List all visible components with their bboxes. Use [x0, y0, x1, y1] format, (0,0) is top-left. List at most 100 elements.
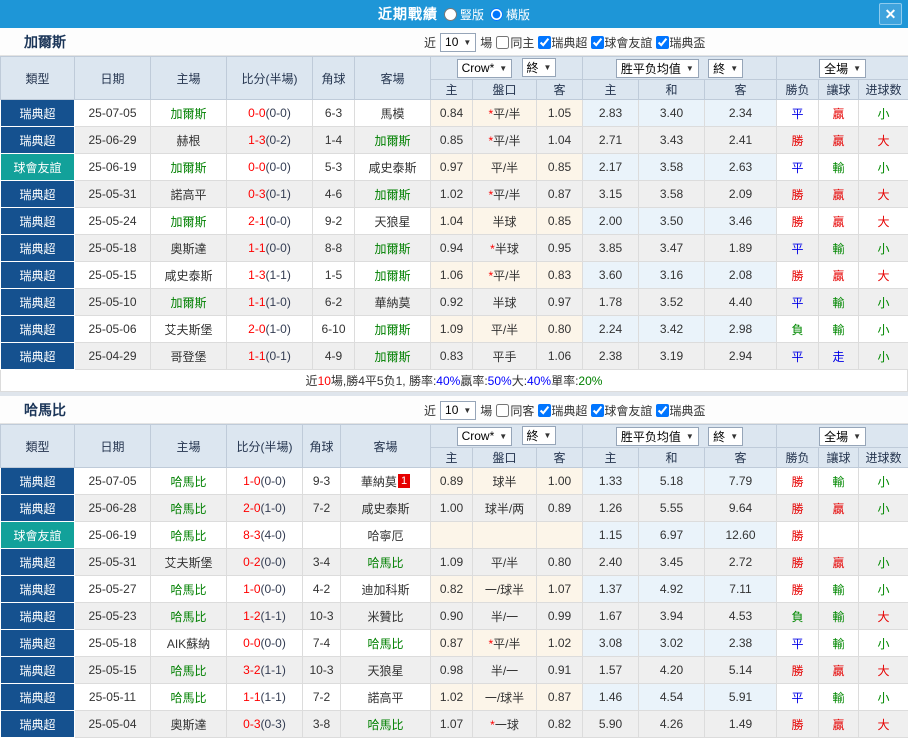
- chevron-down-icon: ▼: [543, 431, 552, 441]
- match-count-select[interactable]: 10 ▼: [440, 32, 477, 52]
- match-row: 瑞典超 25-05-11 哈馬比 1-1(1-1) 7-2 諾高平 1.02 一…: [0, 683, 908, 711]
- cup-input[interactable]: [656, 403, 670, 417]
- col-corner: 角球: [302, 424, 341, 468]
- handicap-result-cell: 贏: [818, 180, 860, 208]
- results-table: 類型 日期 主場 比分(半場) 角球 客場 Crow* ▼ 終 ▼ 胜平负均值 ▼ 終…: [0, 56, 908, 370]
- same-venue-checkbox[interactable]: 同客: [496, 402, 534, 419]
- league-checkbox-cup[interactable]: 瑞典盃: [656, 402, 705, 419]
- scope-select[interactable]: 全場 ▼: [819, 58, 866, 78]
- match-date-cell: 25-05-11: [74, 683, 151, 711]
- handicap-cell: *半球: [472, 234, 537, 262]
- filter-controls: 近 10 ▼ 場 同主 瑞典超 球會友誼 瑞典盃: [424, 28, 705, 56]
- home-team-cell: 奧斯達: [150, 710, 227, 738]
- fulltime-score: 2-1: [248, 214, 266, 228]
- odds-time-select[interactable]: 終 ▼: [521, 426, 557, 446]
- handicap-result-cell: 輸: [818, 315, 860, 343]
- league-checkbox-friendly[interactable]: 球會友誼: [591, 34, 652, 51]
- league-checkbox-allsvenskan[interactable]: 瑞典超: [538, 402, 587, 419]
- match-row: 瑞典超 25-04-29 哥登堡 1-1(0-1) 4-9 加爾斯 0.83 平…: [0, 342, 908, 370]
- handicap-result-cell: 輸: [818, 575, 860, 603]
- avg-draw-cell: 4.26: [638, 710, 705, 738]
- handicap-result-cell: 贏: [818, 261, 860, 289]
- handicap-result-cell: 輸: [818, 467, 860, 495]
- same-venue-input[interactable]: [496, 35, 510, 49]
- match-date-cell: 25-06-29: [74, 126, 151, 154]
- scope-select[interactable]: 全場 ▼: [819, 426, 866, 446]
- avg-home-cell: 3.60: [582, 261, 639, 289]
- corners-cell: 4-9: [312, 342, 355, 370]
- vertical-radio-input[interactable]: [443, 7, 457, 21]
- match-row: 瑞典超 25-06-29 赫根 1-3(0-2) 1-4 加爾斯 0.85 *平…: [0, 126, 908, 154]
- match-count-select[interactable]: 10 ▼: [440, 400, 477, 420]
- handicap-value: 半球: [494, 241, 519, 256]
- home-team-cell: 艾夫斯堡: [150, 315, 227, 343]
- horizontal-radio-label: 橫版: [506, 7, 531, 22]
- handicap-cell: [472, 521, 537, 549]
- friendly-input[interactable]: [591, 403, 605, 417]
- match-type-cell: 瑞典超: [0, 207, 75, 235]
- avg-away-cell: 2.38: [703, 629, 778, 657]
- handicap-result-cell: 贏: [818, 494, 860, 522]
- match-row: 球會友誼 25-06-19 加爾斯 0-0(0-0) 5-3 咸史泰斯 0.97…: [0, 153, 908, 181]
- layout-radio-vertical[interactable]: 豎版: [443, 6, 484, 23]
- goals-result-cell: [858, 521, 908, 549]
- col-cover: 讓球: [818, 447, 860, 468]
- league-checkbox-friendly[interactable]: 球會友誼: [591, 402, 652, 419]
- col-result: 勝负: [776, 447, 820, 468]
- corners-cell: 3-4: [302, 548, 341, 576]
- result-cell: 平: [776, 683, 820, 711]
- avg-time-select[interactable]: 終 ▼: [708, 426, 744, 446]
- allsvenskan-input[interactable]: [538, 35, 552, 49]
- avg-draw-cell: 3.52: [638, 288, 705, 316]
- fulltime-score: 1-1: [248, 241, 266, 255]
- result-cell: 平: [776, 288, 820, 316]
- chevron-down-icon: ▼: [463, 37, 472, 47]
- avg-draw-cell: 6.97: [638, 521, 705, 549]
- same-venue-checkbox[interactable]: 同主: [496, 34, 534, 51]
- friendly-input[interactable]: [591, 35, 605, 49]
- same-venue-input[interactable]: [496, 403, 510, 417]
- odds-time-select[interactable]: 終 ▼: [521, 58, 557, 78]
- chevron-down-icon: ▼: [685, 431, 694, 441]
- col-corner: 角球: [312, 56, 355, 100]
- league-checkbox-cup[interactable]: 瑞典盃: [656, 34, 705, 51]
- handicap-cell: 半/一: [472, 602, 537, 630]
- horizontal-radio-input[interactable]: [490, 7, 503, 21]
- cup-input[interactable]: [656, 35, 670, 49]
- match-date-cell: 25-05-06: [74, 315, 151, 343]
- bookmaker-select[interactable]: Crow* ▼: [456, 426, 513, 446]
- match-row: 瑞典超 25-05-23 哈馬比 1-2(1-1) 10-3 米贊比 0.90 …: [0, 602, 908, 630]
- handicap-result-cell: 輸: [818, 629, 860, 657]
- avg-odds-select[interactable]: 胜平负均值 ▼: [615, 58, 699, 78]
- scope-group: 全場 ▼: [776, 424, 908, 448]
- away-odds-cell: 0.80: [536, 315, 583, 343]
- handicap-value: 一/球半: [484, 582, 525, 597]
- score-cell: 2-1(0-0): [226, 207, 313, 235]
- chevron-down-icon: ▼: [730, 431, 739, 441]
- avg-draw-cell: 3.50: [638, 207, 705, 235]
- goals-result-cell: 小: [858, 548, 908, 576]
- match-row: 瑞典超 25-07-05 加爾斯 0-0(0-0) 6-3 馬模 0.84 *平…: [0, 99, 908, 127]
- away-odds-cell: 0.80: [536, 548, 583, 576]
- fulltime-score: 0-0: [243, 636, 261, 650]
- corners-cell: 9-2: [312, 207, 355, 235]
- handicap-result-cell: 贏: [818, 207, 860, 235]
- chevron-down-icon: ▼: [853, 63, 861, 73]
- goals-result-cell: 小: [858, 629, 908, 657]
- recent-results-dialog: 近期戰績 豎版 橫版 ✕ 加爾斯 近 10 ▼ 場 同主 瑞典超 球會友誼 瑞典盃: [0, 0, 908, 749]
- close-button[interactable]: ✕: [879, 3, 902, 25]
- allsvenskan-input[interactable]: [538, 403, 552, 417]
- league-checkbox-allsvenskan[interactable]: 瑞典超: [538, 34, 587, 51]
- avg-away-cell: 4.40: [703, 288, 778, 316]
- fulltime-score: 1-1: [248, 349, 266, 363]
- vertical-radio-label: 豎版: [459, 7, 484, 22]
- col-goals: 进球数: [858, 447, 908, 468]
- match-type-cell: 瑞典超: [0, 683, 75, 711]
- fulltime-score: 0-0: [248, 106, 266, 120]
- avg-odds-select[interactable]: 胜平负均值 ▼: [615, 426, 699, 446]
- layout-radio-horizontal[interactable]: 橫版: [490, 6, 530, 23]
- summary-text: 10: [317, 373, 331, 388]
- avg-time-select[interactable]: 終 ▼: [708, 58, 744, 78]
- bookmaker-select[interactable]: Crow* ▼: [456, 58, 513, 78]
- avg-home-cell: 3.15: [582, 180, 639, 208]
